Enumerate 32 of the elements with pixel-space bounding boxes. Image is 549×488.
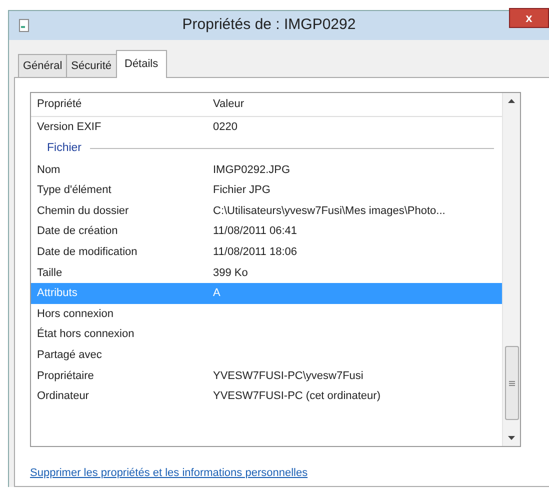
- tab[interactable]: Sécurité: [66, 54, 116, 77]
- property-name: Ordinateur: [36, 389, 90, 404]
- property-name: Partagé avec: [36, 348, 103, 363]
- property-name: Propriétaire: [36, 368, 95, 384]
- property-value: 11/08/2011 06:41: [212, 224, 298, 240]
- property-name: État hors connexion: [36, 326, 136, 342]
- property-name: Date de création: [36, 224, 119, 240]
- property-name: Hors connexion: [36, 306, 114, 322]
- property-name: Chemin du dossier: [36, 204, 130, 219]
- property-value: IMGP0292.JPG: [212, 162, 290, 178]
- tab[interactable]: Détails: [116, 50, 168, 78]
- property-value: YVESW7FUSI-PC\yvesw7Fusi: [212, 368, 364, 384]
- column-header[interactable]: Propriété: [31, 96, 207, 113]
- tab[interactable]: Général: [18, 54, 68, 77]
- property-value: 0220: [212, 120, 238, 136]
- property-value: YVESW7FUSI-PC (cet ordinateur): [212, 389, 380, 404]
- property-name: Version EXIF: [36, 120, 102, 136]
- property-value: 11/08/2011 18:06: [212, 245, 298, 260]
- window-title: Propriétés de : IMGP0292: [181, 15, 357, 35]
- property-name: Taille: [36, 266, 64, 281]
- property-value: 399 Ko: [212, 266, 248, 281]
- property-value: A: [212, 286, 220, 302]
- close-button[interactable]: x: [509, 8, 549, 28]
- property-name: Nom: [36, 162, 62, 178]
- property-name: Attributs: [36, 286, 78, 302]
- property-value: Fichier JPG: [212, 183, 270, 198]
- group-header: Fichier: [47, 140, 82, 156]
- column-header[interactable]: Valeur: [207, 96, 244, 113]
- property-name: Type d'élément: [36, 183, 112, 198]
- remove-properties-link[interactable]: Supprimer les propriétés et les informations personnelles: [30, 465, 308, 482]
- property-name: Date de modification: [36, 245, 138, 260]
- property-value: C:\Utilisateurs\yvesw7Fusi\Mes images\Photo...: [212, 204, 446, 219]
